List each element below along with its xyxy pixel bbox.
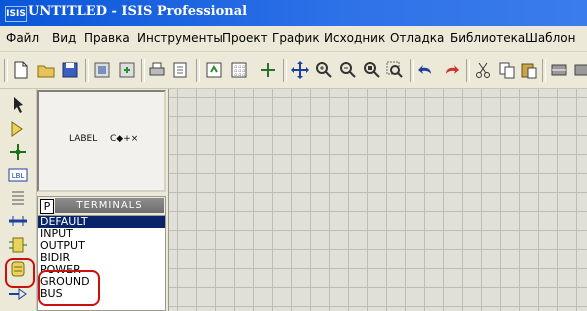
save-icon[interactable] <box>60 60 80 80</box>
export-icon[interactable] <box>117 60 137 80</box>
import-icon[interactable] <box>92 60 112 80</box>
component-icon[interactable] <box>7 119 29 139</box>
menu-debug[interactable]: Отладка <box>390 31 444 45</box>
main-toolbar <box>0 52 587 89</box>
block-copy-icon[interactable] <box>549 60 569 80</box>
bus-icon[interactable] <box>7 211 29 231</box>
print-icon[interactable] <box>147 60 167 80</box>
zoom-in-icon[interactable] <box>314 60 334 80</box>
menu-edit[interactable]: Правка <box>84 31 130 45</box>
isis-app-icon: ISIS <box>5 6 27 22</box>
power-ground-highlight <box>38 270 100 306</box>
text-script-icon[interactable] <box>7 188 29 208</box>
terminal-selector-header: P TERMINALS <box>38 197 165 216</box>
menu-template[interactable]: Шаблон <box>525 31 575 45</box>
window-title: UNTITLED - ISIS Professional <box>28 4 248 19</box>
toolbar-separator <box>466 59 470 82</box>
print-area-icon[interactable] <box>170 60 190 80</box>
toolbar-separator <box>410 59 414 82</box>
subcircuit-icon[interactable] <box>7 235 29 255</box>
zoom-all-icon[interactable] <box>362 60 382 80</box>
preview-symbol: C◆+× <box>110 134 139 144</box>
open-folder-icon[interactable] <box>36 60 56 80</box>
preview-label-text: LABEL <box>69 134 98 144</box>
redo-icon[interactable] <box>441 60 461 80</box>
menu-file[interactable]: Файл <box>6 31 39 45</box>
new-file-icon[interactable] <box>11 60 31 80</box>
schematic-canvas[interactable] <box>168 89 587 311</box>
pan-icon[interactable] <box>290 60 310 80</box>
terminal-selector-title: TERMINALS <box>55 198 164 213</box>
pointer-icon[interactable] <box>7 95 29 115</box>
block-move-icon[interactable] <box>572 60 587 80</box>
zoom-out-icon[interactable] <box>338 60 358 80</box>
menu-graph[interactable]: График <box>272 31 320 45</box>
toolbar-separator <box>141 59 145 82</box>
toolbar-separator <box>283 59 287 82</box>
menu-view[interactable]: Вид <box>52 31 76 45</box>
toolbar-separator <box>196 59 200 82</box>
menu-library[interactable]: Библиотека <box>450 31 525 45</box>
menu-tools[interactable]: Инструменты <box>137 31 223 45</box>
menu-design[interactable]: Проект <box>222 31 268 45</box>
menu-source[interactable]: Исходник <box>324 31 385 45</box>
undo-icon[interactable] <box>416 60 436 80</box>
copy-icon[interactable] <box>497 60 517 80</box>
menu-bar: Файл Вид Правка Инструменты Проект Графи… <box>0 27 587 52</box>
toolbar-separator <box>542 59 546 82</box>
cut-icon[interactable] <box>473 60 493 80</box>
toolbar-separator <box>4 59 8 82</box>
toolbar-separator <box>85 59 89 82</box>
pick-device-button[interactable]: P <box>40 199 54 214</box>
terminal-tool-highlight <box>5 258 35 288</box>
grid-icon[interactable] <box>229 60 249 80</box>
junction-icon[interactable] <box>7 142 29 162</box>
title-bar: ISIS UNTITLED - ISIS Professional <box>0 0 587 26</box>
refresh-icon[interactable] <box>204 60 224 80</box>
wire-label-icon[interactable]: LBL <box>7 165 29 185</box>
svg-text:LBL: LBL <box>12 172 25 180</box>
paste-icon[interactable] <box>519 60 539 80</box>
overview-preview: LABEL C◆+× <box>37 90 166 192</box>
zoom-area-icon[interactable] <box>385 60 405 80</box>
origin-icon[interactable] <box>258 60 278 80</box>
